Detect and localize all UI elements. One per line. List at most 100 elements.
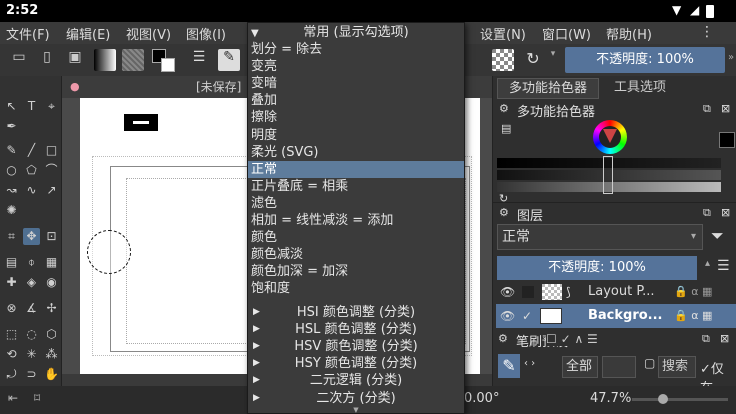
wrap-icon[interactable]: ⇤ xyxy=(8,391,18,405)
gradient-swatch[interactable] xyxy=(94,49,116,71)
tab-color-selector[interactable]: 多功能拾色器 xyxy=(497,78,599,99)
lock-icon[interactable]: 🔒 α ▦ xyxy=(674,304,712,328)
polygon-tool-icon[interactable]: ⬠ xyxy=(23,162,40,179)
alpha-lock-icon[interactable] xyxy=(492,49,514,71)
select-shapes-icon[interactable]: ↖ xyxy=(3,98,20,115)
brush-tool-icon[interactable]: ✎ xyxy=(3,142,20,159)
tag-icon[interactable]: ▢ xyxy=(644,356,655,370)
blend-mode-item[interactable]: 明度 xyxy=(248,127,464,144)
blend-mode-item[interactable]: 颜色减淡 xyxy=(248,246,464,263)
line-tool-icon[interactable]: ╱ xyxy=(23,142,40,159)
blend-mode-item[interactable]: 变暗 xyxy=(248,75,464,92)
blend-mode-item[interactable]: 柔光 (SVG) xyxy=(248,144,464,161)
assistant-tool-icon[interactable]: ⊗ xyxy=(3,300,20,317)
blend-mode-item[interactable]: 划分 = 除去 xyxy=(248,41,464,58)
blend-mode-item[interactable]: 变亮 xyxy=(248,58,464,75)
layer-checkbox[interactable] xyxy=(522,286,534,298)
reference-tool-icon[interactable]: ✢ xyxy=(43,300,60,317)
layer-opacity-slider[interactable]: 不透明度: 100% xyxy=(497,256,697,280)
ellipse-tool-icon[interactable]: ○ xyxy=(3,162,20,179)
opacity-slider[interactable]: 不透明度: 100% xyxy=(565,47,725,73)
zoom-slider[interactable] xyxy=(632,394,728,404)
menu-window[interactable]: 窗口(W) xyxy=(542,24,591,43)
preset-prev-icon[interactable]: ‹ › xyxy=(524,358,535,369)
pan-tool-icon[interactable]: ✋ xyxy=(43,366,60,383)
polyline-tool-icon[interactable]: ⌒ xyxy=(43,162,60,179)
blend-mode-item[interactable]: 滤色 xyxy=(248,195,464,212)
move-tool-icon[interactable]: ✥ xyxy=(23,228,40,245)
menu-view[interactable]: 视图(V) xyxy=(126,24,171,43)
menu-settings[interactable]: 设置(N) xyxy=(480,24,526,43)
color-wheel[interactable] xyxy=(593,120,627,154)
menu-image[interactable]: 图像(I) xyxy=(186,24,242,43)
blend-mode-item-selected[interactable]: 正常 xyxy=(248,160,464,178)
crop-tool-icon[interactable]: ⌗ xyxy=(3,228,20,245)
layer-menu-icon[interactable]: ☰ xyxy=(717,258,730,274)
zoom-value[interactable]: 47.7% xyxy=(590,391,631,406)
multibrush-icon[interactable]: ✺ xyxy=(3,202,20,219)
blend-submenu-item[interactable]: ▶ 二元逻辑 (分类) xyxy=(248,372,464,389)
toolbar-overflow-icon[interactable]: » xyxy=(728,52,734,63)
presets-gear-icon[interactable]: ⚙ xyxy=(498,332,508,345)
rotation-value[interactable]: 0.00° xyxy=(464,391,499,406)
layer-row[interactable]: 👁 ⟆ Layout P... 🔒 α ▦ xyxy=(496,280,736,304)
blend-submenu-item[interactable]: ▶ HSV 颜色调整 (分类) xyxy=(248,338,464,355)
color-settings-icon[interactable]: ▤ xyxy=(501,122,511,135)
current-color-swatch[interactable] xyxy=(719,132,735,148)
preset-tag-select[interactable] xyxy=(602,356,636,378)
blend-mode-item[interactable]: 颜色加深 = 加深 xyxy=(248,263,464,280)
layer-name[interactable]: Layout P... xyxy=(588,280,655,304)
blend-mode-item[interactable]: 擦除 xyxy=(248,109,464,126)
color-picker-icon[interactable]: ⌽ xyxy=(23,254,40,271)
measure-tool-icon[interactable]: ∡ xyxy=(23,300,40,317)
layer-name[interactable]: Backgro... xyxy=(588,304,663,328)
similar-select-icon[interactable]: ⁂ xyxy=(43,346,60,363)
bezier-tool-icon[interactable]: ↝ xyxy=(3,182,20,199)
fg-bg-color-icon[interactable] xyxy=(152,49,178,72)
calligraphy-icon[interactable]: ✒ xyxy=(3,118,20,135)
tab-tool-options[interactable]: 工具选项 xyxy=(603,78,677,99)
overflow-menu-icon[interactable]: ⋮ xyxy=(700,24,714,40)
zoom-slider-handle[interactable] xyxy=(658,394,668,404)
layer-check-icon[interactable]: ✓ xyxy=(522,304,532,328)
enclose-fill-icon[interactable]: ◉ xyxy=(43,274,60,291)
blend-mode-item[interactable]: 饱和度 xyxy=(248,280,464,297)
text-tool-icon[interactable]: T xyxy=(23,98,40,115)
edit-shapes-icon[interactable]: ⌖ xyxy=(43,98,60,115)
blend-mode-item[interactable]: 颜色 xyxy=(248,229,464,246)
bezier-select-icon[interactable]: ⤾ xyxy=(3,366,20,383)
brush-settings-icon[interactable]: ☰ xyxy=(188,49,210,71)
reload-preset-icon[interactable]: ↻ xyxy=(522,49,544,71)
polygon-select-icon[interactable]: ⬡ xyxy=(43,326,60,343)
fit-icon[interactable]: ⌑ xyxy=(34,391,40,405)
fill-tool-icon[interactable]: ◈ xyxy=(23,274,40,291)
ellipse-select-icon[interactable]: ◌ xyxy=(23,326,40,343)
blend-submenu-item[interactable]: ▶ HSI 颜色调整 (分类) xyxy=(248,304,464,321)
brush-preset-icon[interactable]: ✎ xyxy=(218,49,240,71)
filter-icon[interactable]: ⏷ xyxy=(711,226,724,246)
layers-float-icon[interactable]: ⧉ xyxy=(703,206,711,220)
float-panel-icon[interactable]: ⧉ xyxy=(703,102,711,116)
blend-mode-item[interactable]: 相加 = 线性减淡 = 添加 xyxy=(248,212,464,229)
presets-close-icon[interactable]: ⊠ xyxy=(720,332,729,345)
selected-preset-icon[interactable]: ✎ xyxy=(498,354,520,378)
blend-submenu-item[interactable]: ▶ HSL 颜色调整 (分类) xyxy=(248,321,464,338)
transform-tool-icon[interactable]: ⊡ xyxy=(43,228,60,245)
freehand-select-icon[interactable]: ⟲ xyxy=(3,346,20,363)
colorize-mask-icon[interactable]: ▦ xyxy=(43,254,60,271)
contiguous-select-icon[interactable]: ✳ xyxy=(23,346,40,363)
presets-float-icon[interactable]: ⧉ xyxy=(702,332,710,346)
opacity-stepper-icon[interactable]: ▴ xyxy=(705,258,710,269)
blend-submenu-item[interactable]: ▶ 二次方 (分类) xyxy=(248,390,464,407)
magnetic-select-icon[interactable]: ⊃ xyxy=(23,366,40,383)
freehand-path-icon[interactable]: ∿ xyxy=(23,182,40,199)
menu-help[interactable]: 帮助(H) xyxy=(606,24,652,43)
rect-select-icon[interactable]: ⬚ xyxy=(3,326,20,343)
visibility-eye-icon[interactable]: 👁 xyxy=(500,304,515,328)
close-panel-icon[interactable]: ⊠ xyxy=(721,102,730,115)
pattern-swatch[interactable] xyxy=(122,49,144,71)
blend-mode-item[interactable]: 正片叠底 = 相乘 xyxy=(248,178,464,195)
blend-mode-item[interactable]: 叠加 xyxy=(248,92,464,109)
open-document-icon[interactable]: ▯ xyxy=(36,49,58,71)
color-panel-gear-icon[interactable]: ⚙ xyxy=(499,102,509,115)
